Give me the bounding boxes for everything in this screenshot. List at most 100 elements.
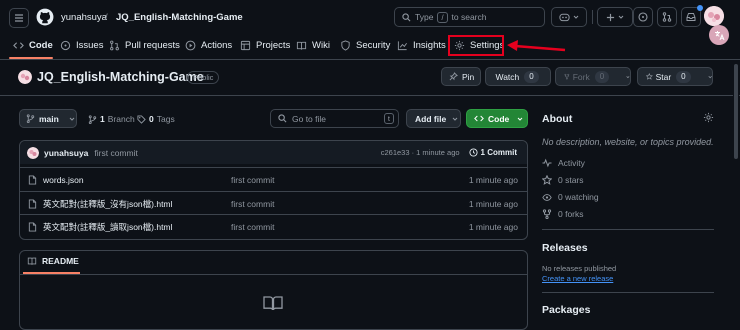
- tab-wiki[interactable]: Wiki: [296, 36, 330, 54]
- search-input[interactable]: Type / to search: [394, 7, 545, 27]
- create-release-link[interactable]: Create a new release: [542, 274, 613, 283]
- file-time: 1 minute ago: [469, 199, 518, 209]
- pull-request-icon: [109, 40, 120, 51]
- watch-button[interactable]: Watch 0: [485, 67, 551, 86]
- fork-label: Fork: [573, 72, 590, 82]
- forks-link[interactable]: 0 forks: [542, 209, 584, 219]
- create-new-button[interactable]: [597, 7, 633, 27]
- file-commit-message[interactable]: first commit: [231, 199, 274, 209]
- commit-hash-time[interactable]: c261e33 · 1 minute ago: [381, 148, 460, 157]
- stars-link[interactable]: 0 stars: [542, 175, 584, 185]
- github-logo-icon[interactable]: [36, 8, 54, 26]
- history-icon: [469, 148, 478, 157]
- commit-count-link[interactable]: 1 Commit: [469, 148, 517, 157]
- pin-label: Pin: [462, 72, 474, 82]
- pin-button[interactable]: Pin: [441, 67, 481, 86]
- hamburger-icon: [14, 13, 24, 23]
- fork-button[interactable]: Fork 0: [555, 67, 631, 86]
- stars-label: 0 stars: [558, 175, 584, 185]
- table-row[interactable]: 英文配對(註釋版_讀取json檔).html first commit 1 mi…: [19, 214, 528, 238]
- divider: [592, 10, 593, 24]
- annotation-arrow-icon: [505, 38, 567, 56]
- readme-tab[interactable]: README: [27, 256, 79, 266]
- activity-label: Activity: [558, 158, 585, 168]
- activity-link[interactable]: Activity: [542, 158, 585, 168]
- inbox-icon: [686, 12, 696, 22]
- issue-circle-icon: [638, 12, 648, 22]
- repo-owner-link[interactable]: yunahsuya: [61, 12, 107, 23]
- translate-extension-icon[interactable]: [709, 25, 729, 45]
- branches-link[interactable]: 1 Branch: [88, 114, 135, 124]
- star-button[interactable]: Star 0: [637, 67, 713, 86]
- scrollbar-thumb[interactable]: [734, 64, 738, 159]
- tag-icon: [137, 115, 146, 124]
- commit-author[interactable]: yunahsuya: [44, 148, 88, 158]
- add-file-label: Add file: [415, 114, 446, 124]
- book-icon: [263, 295, 283, 311]
- table-row[interactable]: words.json first commit 1 minute ago: [19, 167, 528, 191]
- branch-select[interactable]: main: [19, 109, 77, 128]
- file-commit-message[interactable]: first commit: [231, 175, 274, 185]
- repo-avatar: [18, 70, 32, 84]
- copilot-icon: [559, 12, 570, 22]
- tab-label: Security: [356, 40, 390, 51]
- repo-title[interactable]: JQ_English-Matching-Game: [37, 70, 204, 84]
- pulse-icon: [542, 158, 552, 168]
- watching-link[interactable]: 0 watching: [542, 192, 599, 202]
- avatar[interactable]: [704, 6, 724, 26]
- menu-button[interactable]: [9, 8, 29, 28]
- packages-title[interactable]: Packages: [542, 304, 590, 316]
- visibility-badge: Public: [187, 71, 219, 84]
- avatar[interactable]: [27, 147, 39, 159]
- book-icon: [27, 256, 37, 266]
- tab-issues[interactable]: Issues: [60, 36, 103, 54]
- tab-security[interactable]: Security: [340, 36, 390, 54]
- header-divider: [0, 95, 740, 96]
- tags-link[interactable]: 0 Tags: [137, 114, 175, 124]
- fork-icon: [564, 72, 570, 81]
- issues-button[interactable]: [633, 7, 653, 27]
- chevron-down-icon: [452, 116, 458, 122]
- branches-count: 1: [100, 114, 105, 124]
- file-name[interactable]: 英文配對(註釋版_沒有json檔).html: [43, 198, 172, 210]
- issue-circle-icon: [60, 40, 71, 51]
- gear-icon[interactable]: [703, 112, 714, 123]
- git-branch-icon: [88, 115, 97, 124]
- go-to-file-key: t: [384, 113, 394, 124]
- fork-count: 0: [595, 71, 609, 83]
- notification-dot: [697, 5, 703, 11]
- graph-icon: [397, 40, 408, 51]
- repo-name-link[interactable]: JQ_English-Matching-Game: [116, 12, 243, 23]
- star-icon: [646, 72, 653, 81]
- add-file-button[interactable]: Add file: [406, 109, 461, 128]
- releases-title[interactable]: Releases: [542, 242, 588, 254]
- chevron-down-icon: [626, 74, 630, 80]
- table-row[interactable]: 英文配對(註釋版_沒有json檔).html first commit 1 mi…: [19, 191, 528, 215]
- code-dropdown-button[interactable]: Code: [466, 109, 528, 128]
- go-to-file-input[interactable]: Go to file t: [270, 109, 399, 128]
- tab-pull-requests[interactable]: Pull requests: [109, 36, 180, 54]
- search-shortcut-key: /: [437, 12, 447, 23]
- breadcrumb-separator: /: [105, 12, 108, 23]
- file-commit-message[interactable]: first commit: [231, 222, 274, 232]
- commit-count: 1 Commit: [481, 148, 517, 157]
- code-button-label: Code: [488, 114, 509, 124]
- pull-requests-button[interactable]: [657, 7, 677, 27]
- commit-message[interactable]: first commit: [94, 148, 137, 158]
- copilot-button[interactable]: [551, 7, 587, 27]
- watch-count: 0: [524, 71, 538, 83]
- about-title: About: [542, 113, 572, 125]
- git-branch-icon: [26, 114, 35, 123]
- tab-actions[interactable]: Actions: [185, 36, 232, 54]
- file-name[interactable]: 英文配對(註釋版_讀取json檔).html: [43, 221, 172, 233]
- tab-projects[interactable]: Projects: [240, 36, 290, 54]
- pull-request-icon: [662, 12, 672, 22]
- readme-box: [19, 250, 528, 330]
- tab-insights[interactable]: Insights: [397, 36, 446, 54]
- tab-code[interactable]: Code: [13, 36, 53, 54]
- file-name[interactable]: words.json: [43, 175, 84, 185]
- about-description: No description, website, or topics provi…: [542, 137, 714, 147]
- star-count: 0: [676, 71, 690, 83]
- sidebar-divider: [542, 292, 714, 293]
- search-prefix: Type: [415, 12, 433, 22]
